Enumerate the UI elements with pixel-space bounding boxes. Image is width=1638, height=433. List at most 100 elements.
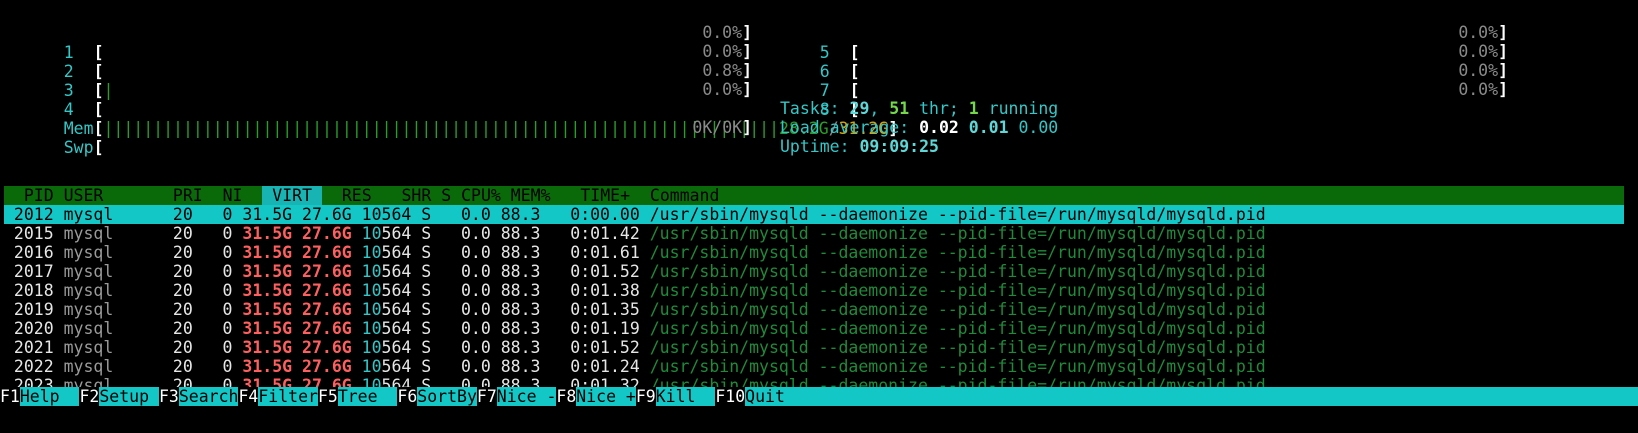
tasks-label: Tasks: [780, 99, 850, 118]
fkey-label-f7[interactable]: Nice - [496, 387, 557, 406]
cell-res: 27.6G [302, 300, 362, 319]
load-average: Load average: 0.02 0.01 0.00 [780, 118, 1480, 138]
cell-shr-high: 10 [361, 243, 382, 262]
cell-user: mysql [63, 357, 154, 376]
mem-meter: Mem[||||||||||||||||||||||||||||||||||||… [63, 119, 899, 138]
cpu-pct-7: 0.0%] [1458, 61, 1508, 80]
col-user[interactable]: USER [64, 186, 104, 205]
process-row[interactable]: 2019 mysql 20 0 31.5G 27.6G 10564 S 0.0 … [4, 300, 1624, 319]
cell-command: /usr/sbin/mysqld --daemonize --pid-file=… [649, 224, 1266, 243]
cell-stats: 564 S 0.0 88.3 0:01.19 [381, 319, 650, 338]
process-row[interactable]: 2022 mysql 20 0 31.5G 27.6G 10564 S 0.0 … [4, 357, 1624, 376]
fkey-f10[interactable]: F10 [715, 387, 745, 406]
cell-pri-ni: 20 0 [153, 338, 243, 357]
fkey-f8[interactable]: F8 [556, 387, 576, 406]
uptime: Uptime: 09:09:25 [780, 137, 1480, 157]
cell-shr-high: 10 [361, 338, 382, 357]
cpu-pct-3: 0.8%] [702, 61, 752, 80]
fkey-label-f1[interactable]: Help [19, 387, 80, 406]
cpu-pct-1: 0.0%] [702, 23, 752, 42]
function-key-bar: F1Help F2Setup F3SearchF4FilterF5Tree F6… [0, 387, 1638, 406]
cell-pid: 2017 [4, 262, 64, 281]
load-5min: 0.01 [968, 118, 1009, 137]
fkey-f1[interactable]: F1 [0, 387, 20, 406]
fkey-f2[interactable]: F2 [79, 387, 99, 406]
cell-shr-high: 10 [361, 262, 382, 281]
fkey-f3[interactable]: F3 [159, 387, 179, 406]
cell-virt: 31.5G [242, 338, 303, 357]
fkey-label-f9[interactable]: Kill [655, 387, 716, 406]
fkey-label-f4[interactable]: Filter [258, 387, 318, 406]
cell-user: mysql [63, 300, 154, 319]
fkey-label-f5[interactable]: Tree [337, 387, 398, 406]
cell-command: /usr/sbin/mysqld --daemonize --pid-file=… [649, 205, 1266, 224]
col-virt[interactable]: VIRT [262, 186, 322, 205]
col-command[interactable]: Command [650, 186, 720, 205]
swap-label: Swp [63, 138, 94, 157]
cell-pri-ni: 20 0 [153, 224, 243, 243]
col-res[interactable]: RES [342, 186, 372, 205]
process-row[interactable]: 2020 mysql 20 0 31.5G 27.6G 10564 S 0.0 … [4, 319, 1624, 338]
cell-pid: 2015 [4, 224, 64, 243]
cell-pri-ni: 20 0 [153, 205, 243, 224]
process-row[interactable]: 2017 mysql 20 0 31.5G 27.6G 10564 S 0.0 … [4, 262, 1624, 281]
cell-pri-ni: 20 0 [153, 281, 243, 300]
fkey-f4[interactable]: F4 [238, 387, 258, 406]
col-time[interactable]: TIME+ [580, 186, 630, 205]
cell-shr-high: 10 [361, 357, 382, 376]
process-row[interactable]: 2015 mysql 20 0 31.5G 27.6G 10564 S 0.0 … [4, 224, 1624, 243]
cell-command: /usr/sbin/mysqld --daemonize --pid-file=… [649, 357, 1266, 376]
fkey-f9[interactable]: F9 [636, 387, 656, 406]
col-cpu[interactable]: CPU% [461, 186, 501, 205]
cell-user: mysql [63, 281, 154, 300]
cell-stats: 564 S 0.0 88.3 0:00.00 [381, 205, 650, 224]
cell-pri-ni: 20 0 [153, 300, 243, 319]
cell-res: 27.6G [302, 262, 362, 281]
cell-virt: 31.5G [242, 262, 303, 281]
col-pid[interactable]: PID [4, 186, 54, 205]
fkey-label-f3[interactable]: Search [178, 387, 239, 406]
cell-res: 27.6G [302, 224, 362, 243]
process-row[interactable]: 2016 mysql 20 0 31.5G 27.6G 10564 S 0.0 … [4, 243, 1624, 262]
process-row[interactable]: 2021 mysql 20 0 31.5G 27.6G 10564 S 0.0 … [4, 338, 1624, 357]
col-shr[interactable]: SHR [401, 186, 431, 205]
function-bar-fill [784, 387, 1638, 406]
fkey-f5[interactable]: F5 [318, 387, 338, 406]
cpu-percent: 0.8% [702, 61, 743, 80]
col-ni[interactable]: NI [223, 186, 243, 205]
fkey-f6[interactable]: F6 [397, 387, 417, 406]
process-row[interactable]: 2012 mysql 20 0 31.5G 27.6G 10564 S 0.0 … [4, 205, 1624, 224]
cell-shr-high: 10 [361, 319, 382, 338]
cpu-pct-2: 0.0%] [702, 42, 752, 61]
cell-shr-high: 10 [361, 300, 382, 319]
cell-stats: 564 S 0.0 88.3 0:01.38 [381, 281, 650, 300]
swap-value-wrap: 0K/0K] [692, 118, 752, 137]
cell-user: mysql [63, 224, 154, 243]
cell-pid: 2022 [4, 357, 64, 376]
cell-pri-ni: 20 0 [153, 243, 243, 262]
fkey-f7[interactable]: F7 [477, 387, 497, 406]
cell-shr-high: 10 [361, 281, 382, 300]
process-table-header[interactable]: PID USER PRI NI VIRT RES SHR S CPU% MEM%… [4, 186, 1624, 205]
cpu-percent: 0.0% [702, 23, 743, 42]
cpu-percent: 0.0% [702, 80, 743, 99]
load-1min: 0.02 [919, 118, 959, 137]
fkey-label-f10[interactable]: Quit [745, 387, 785, 406]
cpu-percent: 0.0% [1458, 23, 1499, 42]
cell-virt: 31.5G [242, 319, 303, 338]
col-mem[interactable]: MEM% [511, 186, 551, 205]
fkey-label-f8[interactable]: Nice + [576, 387, 636, 406]
col-s[interactable]: S [441, 186, 451, 205]
tasks-comma: , [869, 99, 890, 118]
cell-res: 27.6G [302, 357, 362, 376]
cell-res: 27.6G [302, 338, 362, 357]
process-row[interactable]: 2018 mysql 20 0 31.5G 27.6G 10564 S 0.0 … [4, 281, 1624, 300]
running-label: running [978, 99, 1059, 118]
tasks-count: 29 [849, 99, 870, 118]
fkey-label-f6[interactable]: SortBy [417, 387, 477, 406]
cell-command: /usr/sbin/mysqld --daemonize --pid-file=… [649, 281, 1266, 300]
cell-user: mysql [63, 338, 154, 357]
col-pri[interactable]: PRI [173, 186, 203, 205]
fkey-label-f2[interactable]: Setup [99, 387, 159, 406]
cell-command: /usr/sbin/mysqld --daemonize --pid-file=… [649, 243, 1266, 262]
